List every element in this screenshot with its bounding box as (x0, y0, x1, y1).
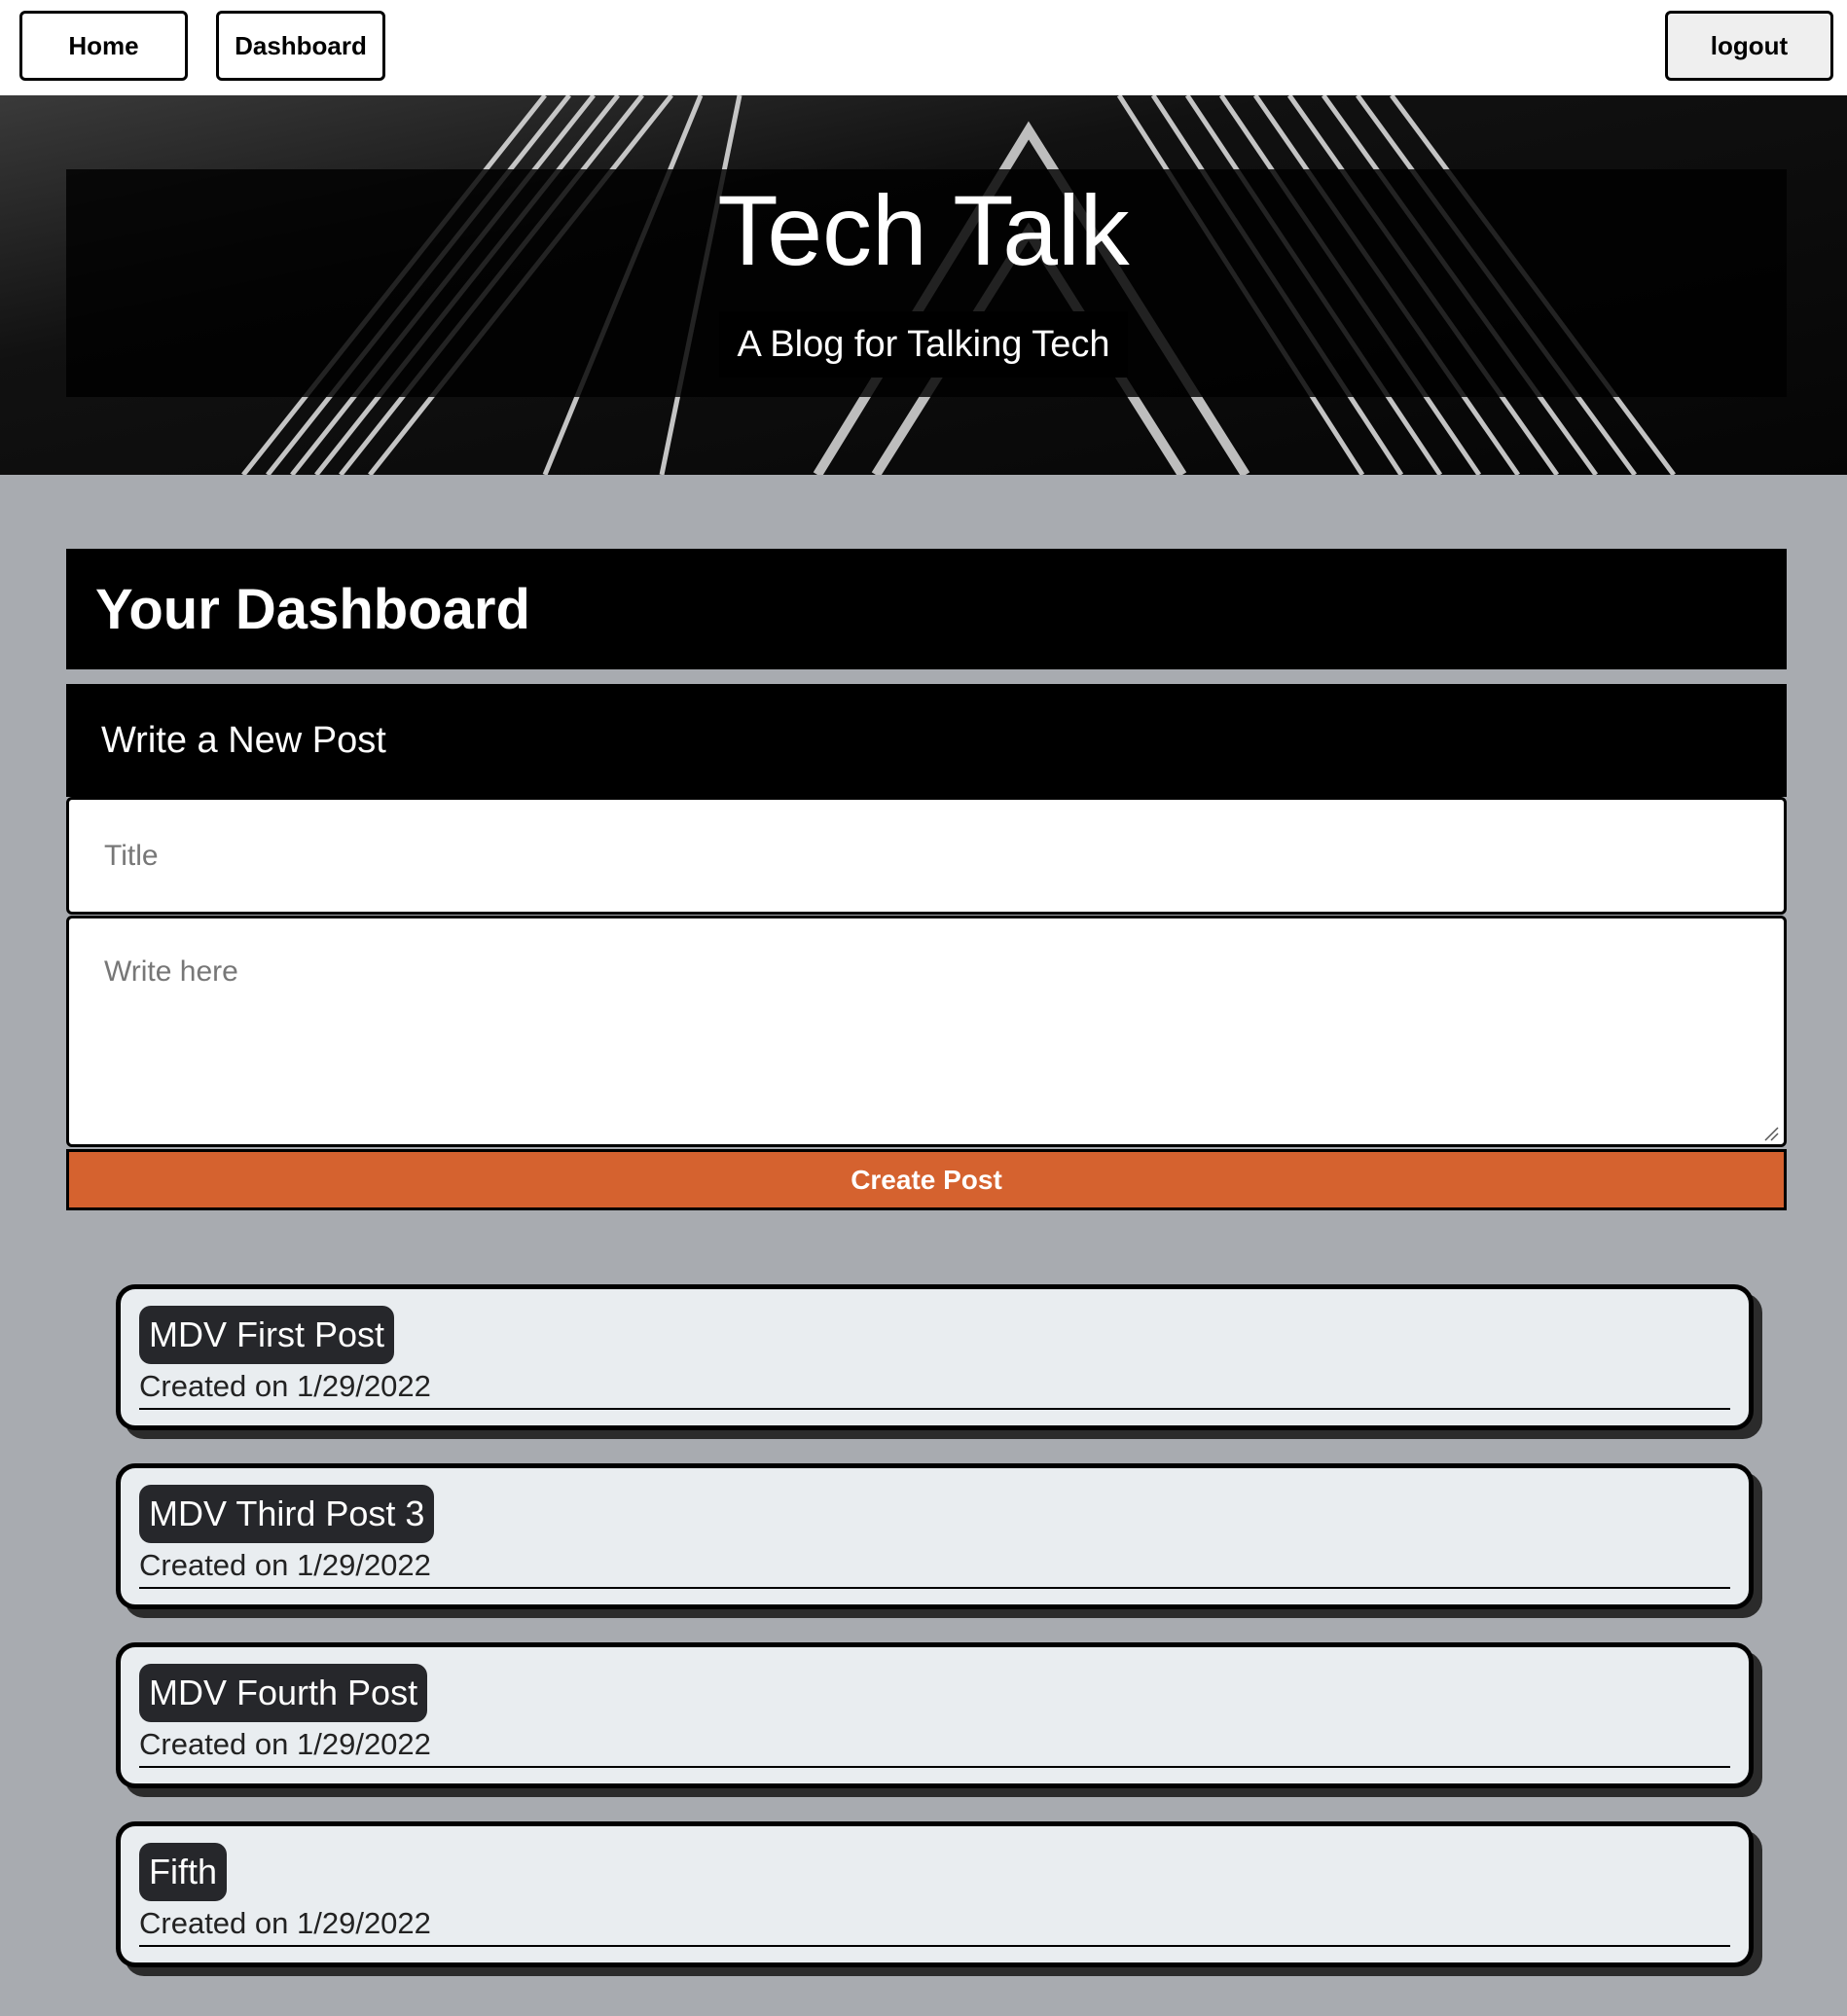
site-subtitle: A Blog for Talking Tech (719, 311, 1128, 378)
post-card[interactable]: MDV First Post Created on 1/29/2022 (116, 1284, 1754, 1430)
post-title[interactable]: Fifth (139, 1843, 228, 1901)
post-divider (139, 1945, 1730, 1947)
resize-grip-icon[interactable] (1763, 1126, 1779, 1141)
site-subtitle-wrapper: A Blog for Talking Tech (0, 311, 1847, 378)
top-nav: Home Dashboard logout (0, 0, 1847, 95)
post-card[interactable]: Fifth Created on 1/29/2022 (116, 1821, 1754, 1967)
post-card[interactable]: MDV Third Post 3 Created on 1/29/2022 (116, 1463, 1754, 1609)
post-divider (139, 1766, 1730, 1768)
post-date: Created on 1/29/2022 (139, 1906, 431, 1940)
post-divider (139, 1587, 1730, 1589)
post-title[interactable]: MDV Fourth Post (139, 1664, 428, 1722)
create-post-button[interactable]: Create Post (66, 1149, 1787, 1210)
dashboard-button[interactable]: Dashboard (216, 11, 385, 81)
dashboard-title: Your Dashboard (95, 577, 530, 641)
new-post-form-title: Write a New Post (101, 719, 386, 761)
post-date: Created on 1/29/2022 (139, 1727, 431, 1761)
hero-banner: Tech Talk A Blog for Talking Tech (0, 95, 1847, 475)
post-body-textarea[interactable] (66, 916, 1787, 1147)
post-title[interactable]: MDV Third Post 3 (139, 1485, 435, 1543)
post-divider (139, 1408, 1730, 1410)
post-title[interactable]: MDV First Post (139, 1306, 395, 1364)
post-date: Created on 1/29/2022 (139, 1548, 431, 1582)
home-button[interactable]: Home (19, 11, 188, 81)
new-post-form-header: Write a New Post (66, 684, 1787, 797)
logout-button[interactable]: logout (1665, 11, 1833, 81)
dashboard-header: Your Dashboard (66, 549, 1787, 669)
post-title-input[interactable] (66, 797, 1787, 915)
post-card[interactable]: MDV Fourth Post Created on 1/29/2022 (116, 1642, 1754, 1788)
post-date: Created on 1/29/2022 (139, 1369, 431, 1403)
site-title: Tech Talk (717, 175, 1130, 286)
